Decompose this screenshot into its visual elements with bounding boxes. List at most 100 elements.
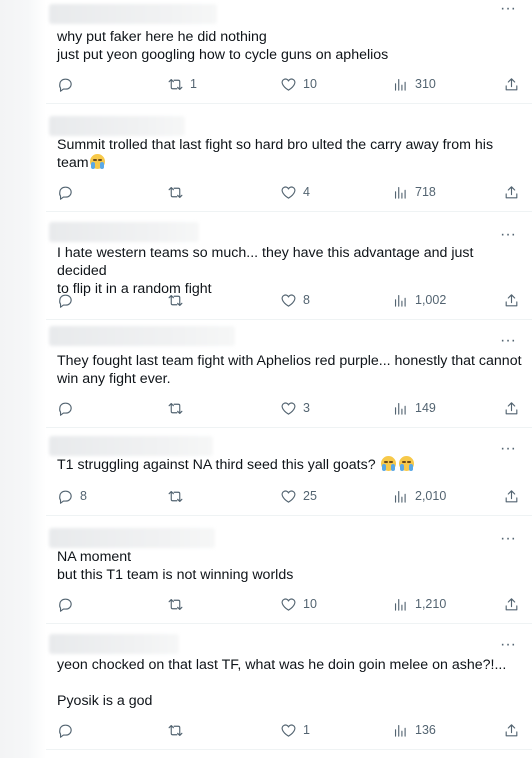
more-icon[interactable]: ···: [498, 227, 518, 244]
blurred-username: [49, 528, 215, 548]
views-button[interactable]: 1,002: [392, 290, 446, 310]
share-icon: [503, 292, 520, 309]
action-bar: 8 25 2,010: [57, 486, 523, 506]
share-icon: [503, 596, 520, 613]
blurred-username: [49, 326, 235, 346]
post-text-content: Summit trolled that last fight so hard b…: [57, 137, 494, 171]
blurred-username: [49, 116, 185, 136]
views-icon: [392, 488, 409, 505]
reply-post[interactable]: ··· T1 struggling against NA third seed …: [46, 428, 532, 516]
share-button[interactable]: [503, 74, 520, 94]
blurred-username: [49, 222, 199, 242]
views-button[interactable]: 2,010: [392, 486, 446, 506]
heart-icon: [280, 292, 297, 309]
share-icon: [503, 400, 520, 417]
share-icon: [503, 488, 520, 505]
like-button[interactable]: 25: [280, 486, 317, 506]
action-bar: 10 1,210: [57, 594, 523, 614]
share-icon: [503, 722, 520, 739]
reply-post[interactable]: Summit trolled that last fight so hard b…: [46, 104, 532, 212]
repost-icon: [167, 76, 184, 93]
repost-icon: [167, 184, 184, 201]
post-text: Summit trolled that last fight so hard b…: [57, 136, 527, 172]
reply-button[interactable]: [57, 74, 80, 94]
repost-icon: [167, 292, 184, 309]
share-button[interactable]: [503, 720, 520, 740]
views-button[interactable]: 136: [392, 720, 436, 740]
post-text-content: T1 struggling against NA third seed this…: [57, 457, 380, 473]
reply-icon: [57, 722, 74, 739]
action-bar: 1 10 310: [57, 74, 523, 94]
repost-button[interactable]: [167, 594, 190, 614]
repost-button[interactable]: [167, 182, 190, 202]
reply-button[interactable]: [57, 594, 80, 614]
repost-button[interactable]: [167, 398, 190, 418]
reply-button[interactable]: [57, 290, 80, 310]
reply-button[interactable]: 8: [57, 486, 87, 506]
like-button[interactable]: 3: [280, 398, 310, 418]
repost-button[interactable]: 1: [167, 74, 197, 94]
repost-button[interactable]: [167, 720, 190, 740]
heart-icon: [280, 596, 297, 613]
reply-button[interactable]: [57, 720, 80, 740]
share-button[interactable]: [503, 182, 520, 202]
views-button[interactable]: 1,210: [392, 594, 446, 614]
action-bar: 8 1,002: [57, 290, 523, 310]
like-button[interactable]: 10: [280, 74, 317, 94]
reply-icon: [57, 400, 74, 417]
share-icon: [503, 184, 520, 201]
repost-button[interactable]: [167, 486, 190, 506]
blurred-username: [49, 4, 217, 24]
views-icon: [392, 292, 409, 309]
reply-button[interactable]: [57, 182, 80, 202]
repost-icon: [167, 488, 184, 505]
reply-feed: ··· why put faker here he did nothing ju…: [46, 0, 532, 750]
views-icon: [392, 596, 409, 613]
more-icon[interactable]: ···: [498, 1, 518, 18]
reply-post[interactable]: ··· NA moment but this T1 team is not wi…: [46, 516, 532, 624]
reply-icon: [57, 292, 74, 309]
reply-post[interactable]: ··· I hate western teams so much... they…: [46, 212, 532, 320]
views-icon: [392, 400, 409, 417]
reply-post[interactable]: ··· They fought last team fight with Aph…: [46, 320, 532, 428]
reply-button[interactable]: [57, 398, 80, 418]
like-button[interactable]: 4: [280, 182, 310, 202]
post-text: They fought last team fight with Aphelio…: [57, 353, 522, 387]
views-button[interactable]: 310: [392, 74, 436, 94]
action-bar: 4 718: [57, 182, 523, 202]
action-bar: 1 136: [57, 720, 523, 740]
repost-icon: [167, 722, 184, 739]
views-icon: [392, 722, 409, 739]
reply-post[interactable]: ··· why put faker here he did nothing ju…: [46, 0, 532, 104]
like-button[interactable]: 10: [280, 594, 317, 614]
more-icon[interactable]: ···: [498, 637, 518, 654]
share-icon: [503, 76, 520, 93]
loudly-crying-face-emoji: [398, 456, 414, 471]
reply-icon: [57, 596, 74, 613]
reply-icon: [57, 488, 74, 505]
share-button[interactable]: [503, 486, 520, 506]
more-icon[interactable]: ···: [498, 531, 518, 548]
views-button[interactable]: 718: [392, 182, 436, 202]
reply-icon: [57, 76, 74, 93]
post-text: NA moment but this T1 team is not winnin…: [57, 549, 294, 583]
repost-button[interactable]: [167, 290, 190, 310]
share-button[interactable]: [503, 398, 520, 418]
post-text: why put faker here he did nothing just p…: [57, 29, 389, 63]
heart-icon: [280, 400, 297, 417]
left-sidebar-strip: [0, 0, 46, 758]
like-button[interactable]: 1: [280, 720, 310, 740]
views-button[interactable]: 149: [392, 398, 436, 418]
reply-icon: [57, 184, 74, 201]
blurred-username: [49, 634, 179, 654]
more-icon[interactable]: ···: [498, 333, 518, 350]
action-bar: 3 149: [57, 398, 523, 418]
share-button[interactable]: [503, 290, 520, 310]
repost-icon: [167, 400, 184, 417]
loudly-crying-face-emoji: [380, 456, 396, 471]
reply-post[interactable]: ··· yeon chocked on that last TF, what w…: [46, 624, 532, 750]
like-button[interactable]: 8: [280, 290, 310, 310]
share-button[interactable]: [503, 594, 520, 614]
heart-icon: [280, 488, 297, 505]
blurred-username: [49, 436, 213, 456]
